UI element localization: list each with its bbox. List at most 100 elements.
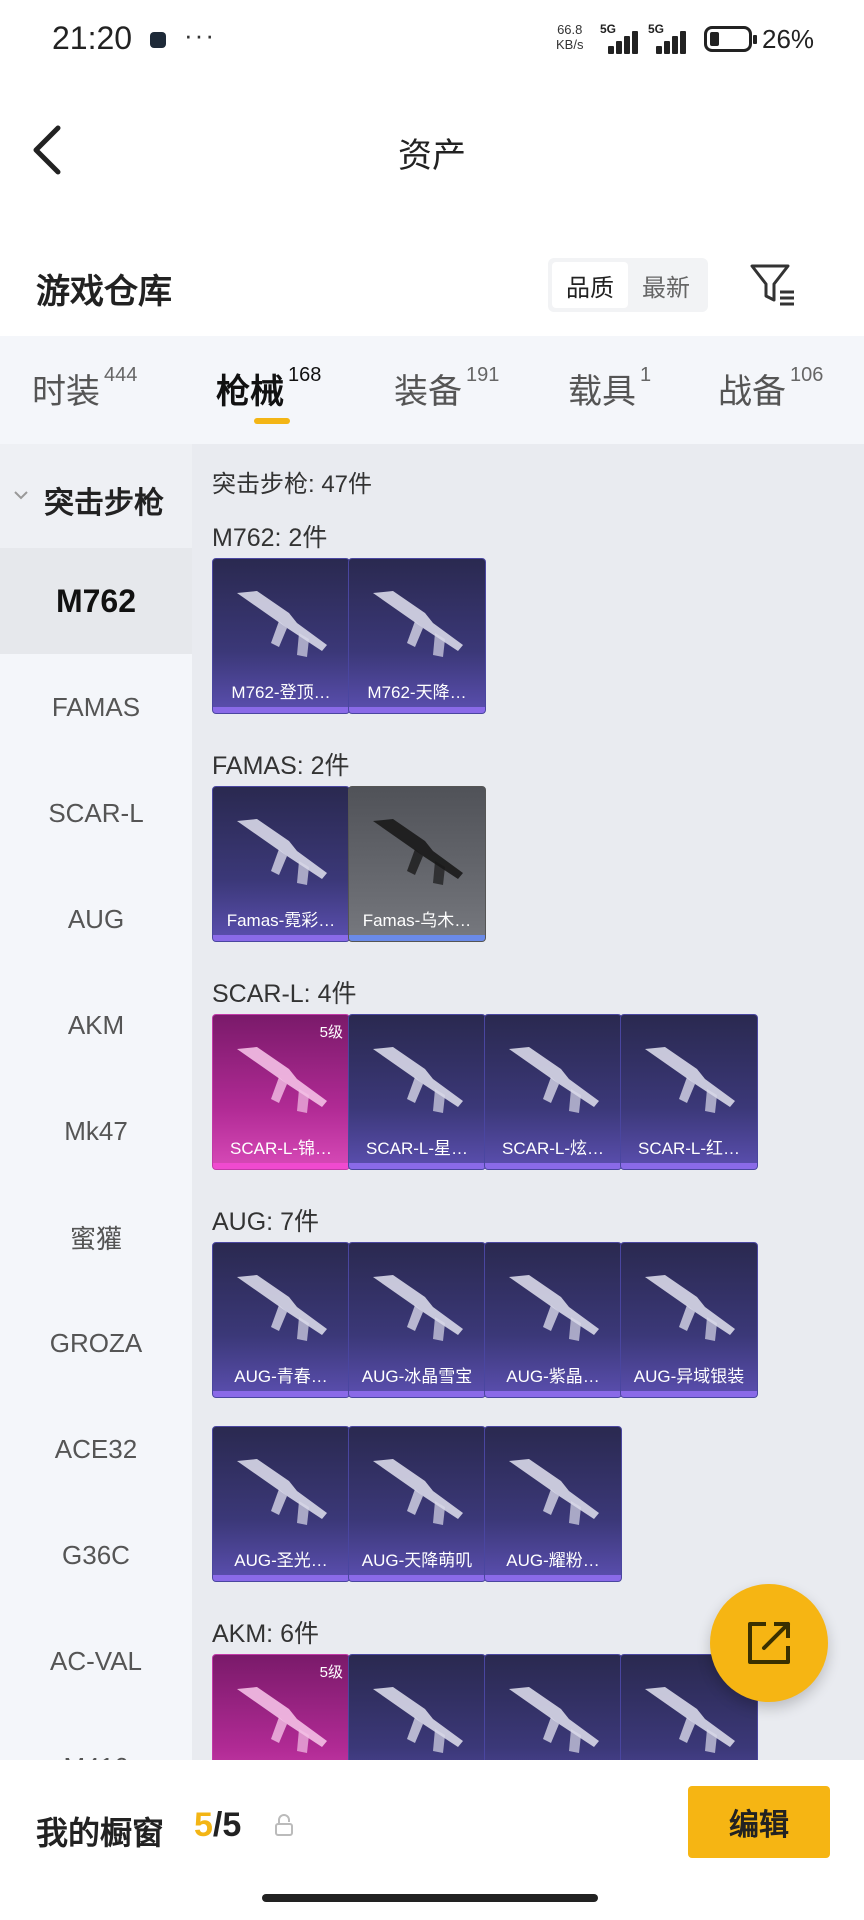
share-button[interactable] <box>710 1584 828 1702</box>
sidebar-item-famas[interactable]: FAMAS <box>0 654 192 760</box>
sort-option-newest[interactable]: 最新 <box>628 262 704 308</box>
group-label: FAMAS: 2件 <box>212 752 350 780</box>
rarity-strip <box>621 1391 757 1397</box>
tab-supplies[interactable]: 战备 106 <box>718 364 823 413</box>
weapon-card-name: AUG-青春… <box>234 1367 328 1386</box>
status-more: ··· <box>184 20 216 50</box>
sidebar-item-m416[interactable]: M416 <box>0 1714 192 1761</box>
sidebar-item-g36c[interactable]: G36C <box>0 1502 192 1608</box>
sidebar-item-honey-badger[interactable]: 蜜獾 <box>0 1184 192 1290</box>
weapon-card[interactable]: Famas-乌木… <box>348 786 486 942</box>
tab-label: 战备 <box>718 373 786 411</box>
rifle-icon <box>237 1275 327 1341</box>
weapon-card[interactable]: SCAR-L-星… <box>348 1014 486 1170</box>
weapon-card[interactable]: M762-天降… <box>348 558 486 714</box>
rarity-strip <box>349 935 485 941</box>
rifle-icon <box>237 819 327 885</box>
sidebar-item-mk47[interactable]: Mk47 <box>0 1078 192 1184</box>
level-badge: 5级 <box>319 1024 343 1041</box>
rarity-strip <box>213 1575 349 1581</box>
battery-icon <box>704 26 757 52</box>
tab-label: 时装 <box>32 373 100 411</box>
weapon-card[interactable]: AUG-圣光… <box>212 1426 350 1582</box>
rifle-icon <box>237 591 327 657</box>
tab-guns[interactable]: 枪械 168 <box>216 364 321 413</box>
rarity-strip <box>213 1391 349 1397</box>
weapon-card[interactable]: SCAR-L-炫… <box>484 1014 622 1170</box>
weapon-card[interactable]: AUG-冰晶雪宝 <box>348 1242 486 1398</box>
sort-option-quality[interactable]: 品质 <box>552 262 628 308</box>
weapon-card-name: SCAR-L-锦… <box>229 1139 332 1158</box>
weapon-card-name: M762-天降… <box>367 683 467 702</box>
group-label: AKM: 6件 <box>212 1620 319 1648</box>
level-badge: 5级 <box>319 1664 343 1681</box>
edit-button[interactable]: 编辑 <box>688 1786 830 1858</box>
sidebar-item-akm[interactable]: AKM <box>0 972 192 1078</box>
weapon-sidebar: 突击步枪 M762 FAMAS SCAR-L AUG AKM Mk47 蜜獾 G… <box>0 444 192 1760</box>
rifle-icon <box>237 1047 327 1113</box>
tab-vehicles[interactable]: 载具 1 <box>568 364 651 413</box>
lock-icon <box>275 1814 293 1836</box>
weapon-card[interactable] <box>484 1654 622 1760</box>
weapon-card-name: SCAR-L-红… <box>637 1139 740 1158</box>
rarity-strip <box>213 707 349 713</box>
weapon-card[interactable]: 5级 <box>212 1654 350 1760</box>
sidebar-category-label: 突击步枪 <box>44 487 164 520</box>
weapon-card[interactable]: AUG-天降萌叽 <box>348 1426 486 1582</box>
sidebar-category[interactable]: 突击步枪 <box>0 444 192 548</box>
signal-icon: 5G <box>600 22 646 54</box>
rarity-strip <box>213 1163 349 1169</box>
rifle-icon <box>509 1047 599 1113</box>
sidebar-item-groza[interactable]: GROZA <box>0 1290 192 1396</box>
weapon-card-name: AUG-天降萌叽 <box>361 1551 473 1570</box>
rifle-icon <box>237 1459 327 1525</box>
filter-button[interactable] <box>748 260 796 308</box>
rifle-icon <box>509 1687 599 1753</box>
sidebar-item-m762[interactable]: M762 <box>0 548 192 654</box>
weapon-card-name: SCAR-L-星… <box>365 1139 468 1158</box>
rarity-strip <box>349 1163 485 1169</box>
rifle-icon <box>373 1687 463 1753</box>
weapon-card[interactable]: AUG-紫晶… <box>484 1242 622 1398</box>
showcase-count: 5/5 <box>194 1806 241 1845</box>
tab-label: 枪械 <box>216 373 284 411</box>
weapon-card[interactable]: 5级 SCAR-L-锦… <box>212 1014 350 1170</box>
weapon-card[interactable]: AUG-青春… <box>212 1242 350 1398</box>
rifle-icon <box>373 1275 463 1341</box>
weapon-card-name: M762-登顶… <box>231 683 331 702</box>
rifle-icon <box>373 591 463 657</box>
weapon-card-name: Famas-霓彩… <box>226 911 336 930</box>
tab-count: 168 <box>288 364 322 386</box>
rifle-icon <box>645 1047 735 1113</box>
showcase-separator: / <box>212 1806 223 1844</box>
rifle-icon <box>509 1459 599 1525</box>
rarity-strip <box>349 707 485 713</box>
weapon-card[interactable]: AUG-异域银装 <box>620 1242 758 1398</box>
signal-label: 5G <box>648 22 665 36</box>
tab-label: 装备 <box>394 373 462 411</box>
weapon-card-name: SCAR-L-炫… <box>501 1139 604 1158</box>
showcase-total: 5 <box>222 1806 242 1844</box>
weapon-card[interactable]: M762-登顶… <box>212 558 350 714</box>
sidebar-item-aug[interactable]: AUG <box>0 866 192 972</box>
sidebar-item-scar-l[interactable]: SCAR-L <box>0 760 192 866</box>
home-indicator[interactable] <box>262 1894 598 1902</box>
share-external-icon <box>748 1622 790 1664</box>
weapon-card[interactable]: SCAR-L-红… <box>620 1014 758 1170</box>
weapon-card[interactable]: AUG-耀粉… <box>484 1426 622 1582</box>
battery-percent: 26% <box>762 24 815 54</box>
tab-fashion[interactable]: 时装 444 <box>32 364 137 413</box>
weapon-list: 突击步枪: 47件 M762: 2件 M762-登顶… M762-天降… FAMAS:… <box>192 444 864 1760</box>
sidebar-item-ace32[interactable]: ACE32 <box>0 1396 192 1502</box>
tab-equipment[interactable]: 装备 191 <box>394 364 499 413</box>
sidebar-item-ac-val[interactable]: AC-VAL <box>0 1608 192 1714</box>
weapon-card-name: Famas-乌木… <box>362 911 472 930</box>
weapon-card[interactable] <box>348 1654 486 1760</box>
status-bar: 21:20 ··· 66.8 KB/s 5G 5G 26% <box>0 0 864 80</box>
rarity-strip <box>485 1575 621 1581</box>
group-label: M762: 2件 <box>212 524 328 552</box>
net-speed-unit: KB/s <box>556 37 584 52</box>
showcase-current: 5 <box>194 1806 213 1844</box>
weapon-card[interactable]: Famas-霓彩… <box>212 786 350 942</box>
rifle-icon <box>373 1047 463 1113</box>
